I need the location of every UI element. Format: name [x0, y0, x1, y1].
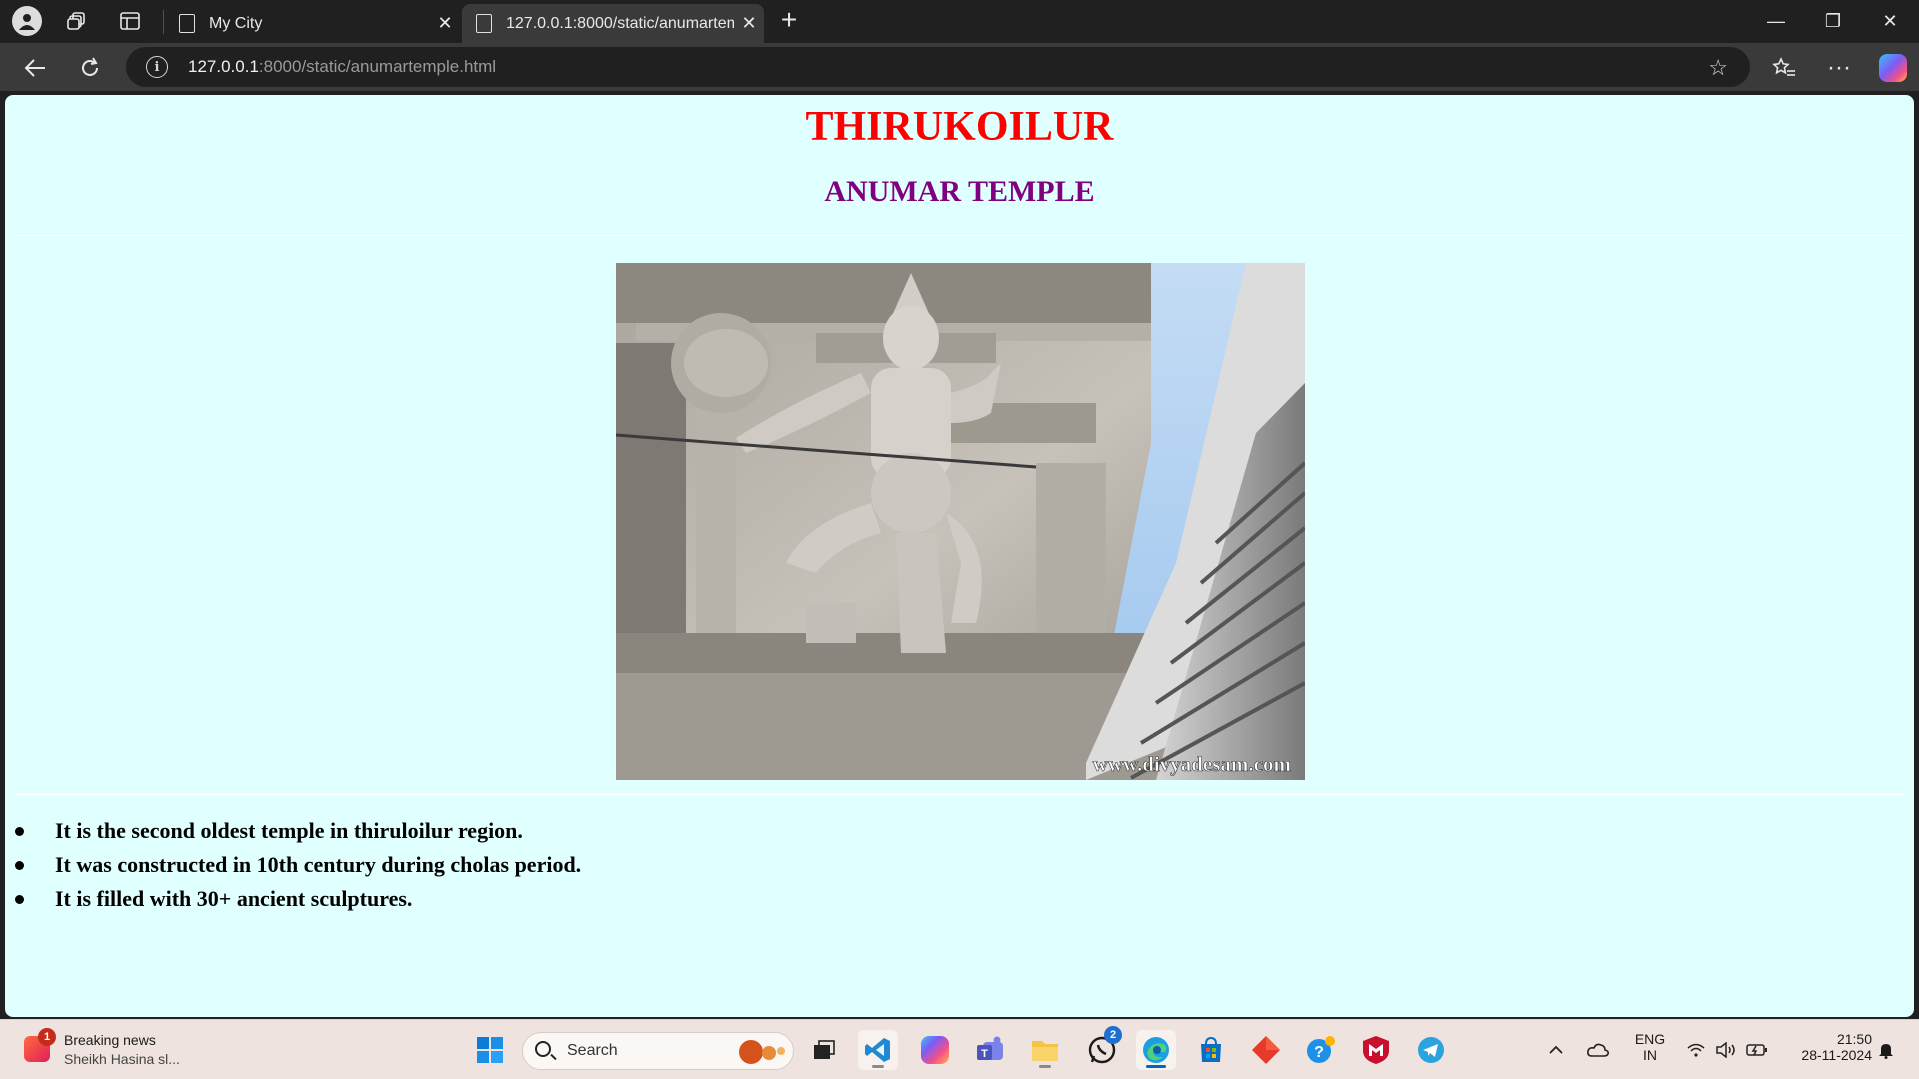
- wifi-icon[interactable]: [1683, 1030, 1709, 1070]
- page-icon: [179, 14, 195, 33]
- edge-icon[interactable]: [1136, 1030, 1176, 1070]
- clock[interactable]: 21:50 28-11-2024: [1780, 1031, 1872, 1063]
- profile-button[interactable]: [12, 6, 42, 36]
- vertical-tabs-icon[interactable]: [115, 6, 145, 36]
- tab-strip: My City ✕ 127.0.0.1:8000/static/anumarte…: [0, 0, 1919, 43]
- workspaces-icon[interactable]: [62, 6, 92, 36]
- start-button[interactable]: [470, 1030, 510, 1070]
- copilot-app-icon[interactable]: [915, 1030, 955, 1070]
- microsoft-store-icon[interactable]: [1191, 1030, 1231, 1070]
- whatsapp-icon[interactable]: 2: [1082, 1026, 1122, 1070]
- close-window-button[interactable]: ✕: [1862, 0, 1918, 43]
- page-viewport: THIRUKOILUR ANUMAR TEMPLE www.divyadesam…: [5, 95, 1914, 1017]
- tab-close-icon[interactable]: ✕: [430, 13, 460, 34]
- windows-taskbar: 1 Breaking news Sheikh Hasina sl... Sear…: [0, 1019, 1919, 1079]
- more-options-icon[interactable]: ···: [1822, 51, 1856, 85]
- page-subtitle: ANUMAR TEMPLE: [824, 175, 1095, 208]
- telegram-icon[interactable]: [1411, 1030, 1451, 1070]
- divider: [15, 794, 1904, 795]
- favorite-star-icon[interactable]: ☆: [1708, 55, 1728, 81]
- tab-separator: [163, 10, 164, 34]
- site-info-icon[interactable]: i: [146, 56, 168, 78]
- onedrive-cloud-icon[interactable]: [1583, 1030, 1613, 1070]
- new-tab-button[interactable]: +: [774, 6, 804, 36]
- list-item: It is the second oldest temple in thirul…: [5, 817, 581, 851]
- svg-text:?: ?: [1314, 1044, 1324, 1061]
- restore-button[interactable]: ❐: [1805, 0, 1861, 43]
- minimize-button[interactable]: —: [1748, 0, 1804, 43]
- page-icon: [476, 14, 492, 33]
- chevron-up-icon[interactable]: [1543, 1030, 1569, 1070]
- notification-bell-icon[interactable]: [1873, 1030, 1899, 1070]
- news-badge: 1: [38, 1028, 56, 1046]
- svg-text:T: T: [981, 1048, 988, 1060]
- tab-title: My City: [209, 14, 263, 32]
- back-arrow-icon[interactable]: [18, 51, 52, 85]
- reload-icon[interactable]: [73, 51, 107, 85]
- photo-watermark: www.divyadesam.com: [1093, 752, 1292, 776]
- divider: [15, 235, 1904, 236]
- search-placeholder: Search: [567, 1042, 618, 1059]
- volume-icon[interactable]: [1713, 1030, 1739, 1070]
- vscode-icon[interactable]: [858, 1030, 898, 1070]
- news-widget[interactable]: 1 Breaking news Sheikh Hasina sl...: [22, 1028, 222, 1072]
- search-icon: [535, 1041, 551, 1057]
- language-indicator[interactable]: ENG IN: [1630, 1031, 1670, 1063]
- news-title: Breaking news: [64, 1032, 156, 1048]
- news-subtitle: Sheikh Hasina sl...: [64, 1051, 180, 1067]
- diamond-app-icon[interactable]: [1246, 1030, 1286, 1070]
- tab-my-city[interactable]: My City ✕: [165, 4, 460, 43]
- help-app-icon[interactable]: ?: [1301, 1030, 1341, 1070]
- temple-photo: www.divyadesam.com: [616, 263, 1305, 780]
- list-item: It was constructed in 10th century durin…: [5, 851, 581, 885]
- search-highlight-icon: [739, 1040, 785, 1064]
- address-bar[interactable]: i 127.0.0.1:8000/static/anumartemple.htm…: [126, 47, 1750, 87]
- page-title: THIRUKOILUR: [805, 104, 1114, 150]
- list-item: It is filled with 30+ ancient sculptures…: [5, 885, 581, 919]
- copilot-icon[interactable]: [1876, 51, 1910, 85]
- browser-toolbar: i 127.0.0.1:8000/static/anumartemple.htm…: [0, 43, 1919, 91]
- mcafee-icon[interactable]: [1356, 1030, 1396, 1070]
- url-text[interactable]: 127.0.0.1:8000/static/anumartemple.html: [188, 57, 496, 77]
- tab-title: 127.0.0.1:8000/static/anumartemple.html: [506, 14, 734, 32]
- profile-avatar-icon: [12, 6, 42, 36]
- file-explorer-icon[interactable]: [1025, 1030, 1065, 1070]
- tab-anumar-temple[interactable]: 127.0.0.1:8000/static/anumartemple.html …: [462, 4, 764, 43]
- favorites-icon[interactable]: [1767, 51, 1801, 85]
- whatsapp-badge: 2: [1104, 1026, 1122, 1044]
- facts-list: It is the second oldest temple in thirul…: [5, 817, 581, 919]
- task-view-icon[interactable]: [804, 1030, 844, 1070]
- tab-close-icon[interactable]: ✕: [734, 13, 764, 34]
- teams-icon[interactable]: T: [970, 1030, 1010, 1070]
- taskbar-search[interactable]: Search: [522, 1032, 794, 1070]
- battery-icon[interactable]: [1744, 1030, 1770, 1070]
